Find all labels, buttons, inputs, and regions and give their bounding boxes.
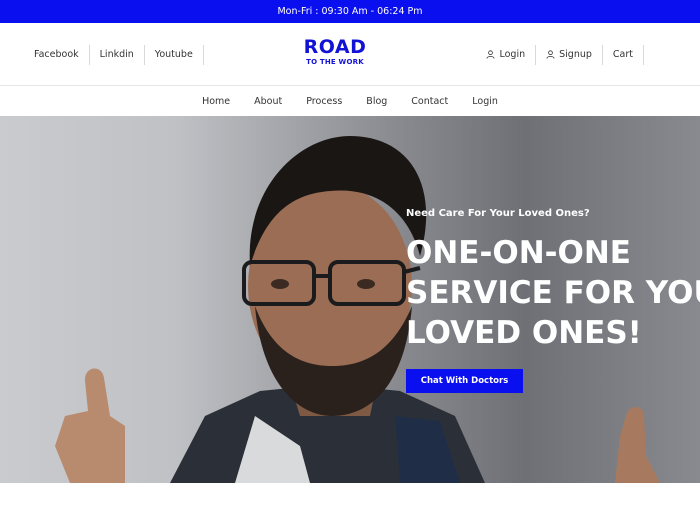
business-hours: Mon-Fri : 09:30 Am - 06:24 Pm — [277, 6, 423, 17]
hero-content: Need Care For Your Loved Ones? ONE-ON-ON… — [406, 208, 700, 393]
signup-label: Signup — [559, 49, 592, 60]
login-link[interactable]: Login — [476, 45, 535, 65]
site-logo[interactable]: ROAD TO THE WORK — [300, 37, 370, 67]
youtube-link[interactable]: Youtube — [145, 44, 204, 65]
nav-login[interactable]: Login — [472, 96, 498, 107]
user-icon — [486, 50, 495, 59]
site-header: Facebook Linkdin Youtube ROAD TO THE WOR… — [0, 23, 700, 86]
nav-process[interactable]: Process — [306, 96, 342, 107]
nav-home[interactable]: Home — [202, 96, 230, 107]
facebook-link[interactable]: Facebook — [22, 44, 90, 65]
hero-title: ONE-ON-ONE SERVICE FOR YOUR LOVED ONES! — [406, 233, 700, 353]
hero-subtitle: Need Care For Your Loved Ones? — [406, 208, 590, 219]
hero-title-line-1: ONE-ON-ONE — [406, 235, 631, 271]
cart-link[interactable]: Cart — [601, 44, 644, 65]
signup-link[interactable]: Signup — [535, 44, 602, 65]
main-nav: Home About Process Blog Contact Login — [0, 87, 700, 116]
logo-line-2: TO THE WORK — [306, 58, 364, 66]
login-label: Login — [499, 49, 526, 60]
logo-line-1: ROAD — [303, 36, 367, 58]
user-icon — [546, 50, 555, 59]
hero-banner: Need Care For Your Loved Ones? ONE-ON-ON… — [0, 116, 700, 483]
chat-with-doctors-button[interactable]: Chat With Doctors — [406, 369, 523, 393]
nav-about[interactable]: About — [254, 96, 282, 107]
account-links: Login Signup Cart — [476, 23, 644, 86]
social-links: Facebook Linkdin Youtube — [22, 23, 204, 86]
top-info-bar: Mon-Fri : 09:30 Am - 06:24 Pm — [0, 0, 700, 23]
hero-title-line-2: SERVICE FOR YOUR — [406, 275, 700, 311]
linkedin-link[interactable]: Linkdin — [90, 44, 145, 65]
hero-title-line-3: LOVED ONES! — [406, 315, 642, 351]
nav-contact[interactable]: Contact — [411, 96, 448, 107]
nav-blog[interactable]: Blog — [366, 96, 387, 107]
